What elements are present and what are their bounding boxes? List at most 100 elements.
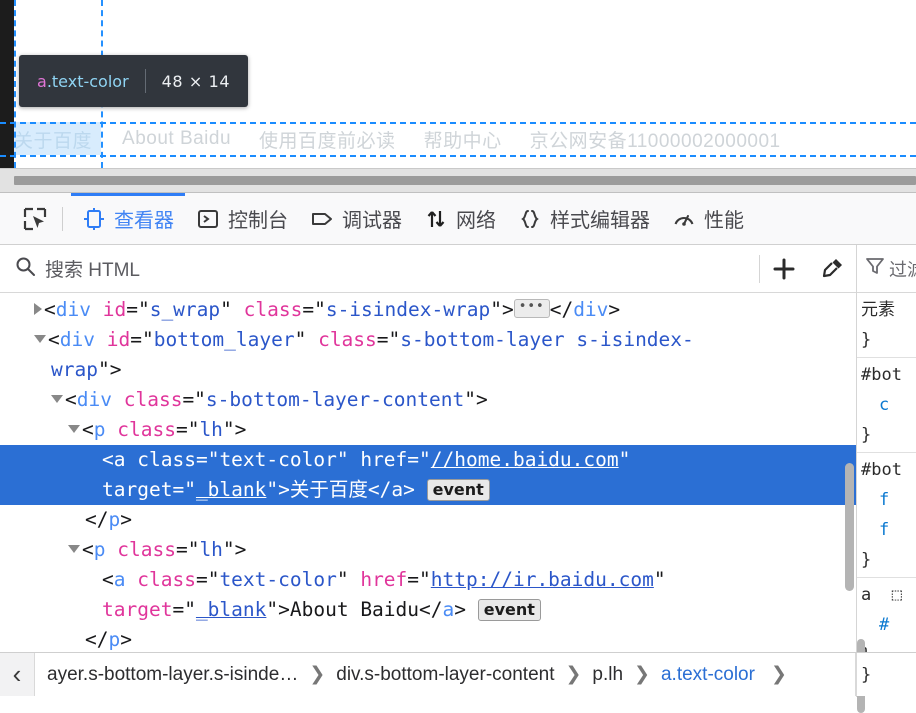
css-rule-block[interactable]: #bot f f} [857, 453, 916, 578]
devtools-splitter[interactable] [0, 168, 916, 192]
markup-node[interactable]: <a class="text-color" href="http://ir.ba… [0, 565, 856, 595]
markup-node[interactable]: target="_blank">About Baidu</a> event [0, 595, 856, 625]
css-rule-selector: #bot [861, 365, 902, 385]
markup-punct: > [120, 628, 132, 651]
tab-console[interactable]: 控制台 [185, 193, 299, 244]
footer-link-about-baidu-en[interactable]: About Baidu [122, 128, 231, 150]
node-expand-twisty[interactable] [68, 424, 80, 433]
markup-tree-view[interactable]: <div id="s_wrap" class="s-isindex-wrap">… [0, 293, 856, 697]
breadcrumb-track[interactable]: ayer.s-bottom-layer.s-isinde… ❯ div.s-bott… [34, 653, 856, 696]
markup-attrval: lh [199, 538, 223, 561]
breadcrumb-item[interactable]: p.lh [590, 664, 625, 686]
markup-punct: </ [85, 628, 109, 651]
markup-punct: </ [419, 598, 443, 621]
rules-filter-row[interactable]: 过滤 [856, 244, 916, 293]
markup-punct: > [120, 508, 132, 531]
search-input[interactable]: 搜索 HTML [0, 245, 759, 292]
tab-inspector[interactable]: 查看器 [71, 193, 185, 244]
breadcrumb-separator-icon: ❯ [634, 664, 650, 685]
add-node-button[interactable] [760, 245, 808, 293]
markup-punct: =" [126, 298, 150, 321]
markup-node[interactable]: <div id="s_wrap" class="s-isindex-wrap">… [0, 295, 856, 325]
viewport-left-gutter [0, 0, 14, 168]
css-rule-prop[interactable]: # [861, 615, 889, 635]
markup-txt: 关于百度 [289, 478, 368, 501]
css-rule-brace: } [861, 425, 872, 445]
css-rule-block[interactable]: #bot c} [857, 358, 916, 453]
css-rule-prop[interactable]: c [861, 395, 889, 415]
devtools-body: <div id="s_wrap" class="s-isindex-wrap">… [0, 293, 916, 713]
markup-punct: < [82, 418, 94, 441]
css-rule-prop[interactable]: f [861, 520, 889, 540]
node-expand-twisty[interactable] [68, 544, 80, 553]
eyedropper-icon[interactable] [808, 245, 856, 293]
tab-performance[interactable]: 性能 [661, 193, 755, 244]
footer-link-terms[interactable]: 使用百度前必读 [259, 126, 396, 153]
breadcrumb-next-button[interactable]: ❯ [771, 663, 787, 686]
node-expand-twisty[interactable] [51, 394, 63, 403]
markup-link[interactable]: _blank [196, 598, 266, 621]
breadcrumb-item[interactable]: a.text-color [659, 664, 757, 686]
css-rule-selector: #bot [861, 460, 902, 480]
css-rule-block[interactable]: 元素} [857, 293, 916, 358]
collapsed-children-badge[interactable]: ••• [513, 299, 550, 318]
node-expand-twisty[interactable] [34, 302, 42, 315]
markup-node-selected[interactable]: target="_blank">关于百度</a> event [0, 475, 856, 505]
markup-punct: "> [222, 418, 247, 441]
element-picker-icon[interactable] [18, 202, 52, 236]
markup-link[interactable]: _blank [196, 478, 266, 501]
breadcrumb-item[interactable]: ayer.s-bottom-layer.s-isinde… [45, 664, 300, 686]
footer-link-about-baidu-cn[interactable]: 关于百度 [14, 126, 92, 153]
markup-node[interactable]: <p class="lh"> [0, 415, 856, 445]
markup-node[interactable]: <p class="lh"> [0, 535, 856, 565]
splitter-grip[interactable] [14, 176, 916, 185]
markup-tagname: p [93, 538, 106, 561]
markup-node[interactable]: </p> [0, 505, 856, 535]
markup-punct: =" [175, 538, 200, 561]
breadcrumb-item[interactable]: div.s-bottom-layer-content [334, 664, 556, 686]
tab-network-label: 网络 [456, 210, 496, 232]
markup-punct: < [65, 388, 77, 411]
footer-link-help-center[interactable]: 帮助中心 [424, 126, 502, 153]
markup-punct: =" [407, 568, 431, 591]
markup-punct: =" [302, 298, 326, 321]
footer-link-icp-record[interactable]: 京公网安备11000002000001 [530, 126, 781, 153]
filter-icon [865, 256, 885, 281]
markup-punct: "> [97, 358, 122, 381]
markup-punct: </ [85, 508, 109, 531]
tab-debugger[interactable]: 调试器 [299, 193, 413, 244]
toolbar-divider [62, 206, 63, 231]
event-listener-badge[interactable]: event [426, 478, 490, 501]
css-rule-selector: 元素 [861, 300, 895, 320]
markup-tagname: a [442, 598, 455, 621]
markup-node-selected[interactable]: <a class="text-color" href="//home.baidu… [0, 445, 856, 475]
markup-punct: < [44, 298, 56, 321]
event-listener-badge[interactable]: event [477, 598, 541, 621]
node-expand-twisty[interactable] [34, 334, 46, 343]
markup-attrname: class [318, 328, 377, 351]
breadcrumb-separator-icon: ❯ [565, 664, 582, 685]
markup-attrval: text-color [219, 448, 337, 471]
markup-tagname: p [108, 628, 121, 651]
css-rules-sidebar[interactable]: 元素} #bot c} #bot ff} a ⬚ #} [856, 293, 916, 697]
markup-punct: > [608, 298, 621, 321]
markup-node[interactable]: <div id="bottom_layer" class="s-bottom-l… [0, 325, 856, 355]
markup-link[interactable]: http://ir.baidu.com [431, 568, 654, 591]
markup-punct: "> [490, 298, 514, 321]
tab-network[interactable]: 网络 [413, 193, 507, 244]
css-rule-brace: } [861, 550, 872, 570]
markup-punct: =" [195, 568, 220, 591]
markup-link[interactable]: //home.baidu.com [431, 448, 619, 471]
markup-txt [126, 568, 138, 591]
console-icon [196, 207, 220, 231]
markup-node[interactable]: <div class="s-bottom-layer-content"> [0, 385, 856, 415]
devtools-panel: 查看器 控制台 调试器 网络 样式编辑器 性能 搜索 HTML 过 <div i… [0, 192, 916, 713]
markup-scrollbar[interactable] [845, 463, 854, 591]
markup-node[interactable]: wrap"> [0, 355, 856, 385]
markup-node[interactable]: </p> [0, 625, 856, 655]
performance-icon [672, 207, 696, 231]
tab-style-editor[interactable]: 样式编辑器 [507, 193, 661, 244]
css-rule-prop[interactable]: f [861, 490, 889, 510]
breadcrumb-prev-button[interactable]: ‹ [0, 653, 34, 696]
markup-attrval: s-isindex-wrap [325, 298, 491, 321]
